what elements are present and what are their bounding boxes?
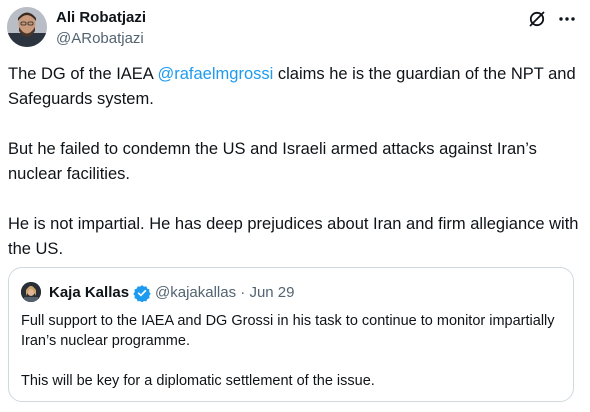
quoted-author-handle[interactable]: @kajakallas xyxy=(155,284,236,301)
quoted-author-name[interactable]: Kaja Kallas xyxy=(49,284,129,302)
quoted-date[interactable]: Jun 29 xyxy=(249,284,294,301)
slashed-circle-icon[interactable] xyxy=(526,8,548,30)
tweet-text: The DG of the IAEA @rafaelmgrossi claims… xyxy=(8,62,583,262)
mention-link[interactable]: @rafaelmgrossi xyxy=(158,65,274,83)
author-handle[interactable]: @ARobatjazi xyxy=(56,30,144,48)
verified-badge-icon xyxy=(133,284,151,303)
quoted-meta: @kajakallas · Jun 29 xyxy=(155,284,294,302)
author-name[interactable]: Ali Robatjazi xyxy=(56,9,146,27)
tweet: Ali Robatjazi @ARobatjazi The DG of the … xyxy=(0,0,590,412)
avatar-image xyxy=(7,7,47,47)
quoted-tweet[interactable]: Kaja Kallas @kajakallas · Jun 29 Full su… xyxy=(8,267,574,402)
quoted-paragraph-1: Full support to the IAEA and DG Grossi i… xyxy=(21,313,555,349)
more-options-icon[interactable] xyxy=(556,8,578,30)
tweet-paragraph-1: The DG of the IAEA @rafaelmgrossi claims… xyxy=(8,62,583,112)
author-avatar[interactable] xyxy=(7,7,47,47)
tweet-text-part: The DG of the IAEA xyxy=(8,65,158,83)
quoted-text: Full support to the IAEA and DG Grossi i… xyxy=(21,311,561,391)
meta-separator: · xyxy=(240,284,246,301)
tweet-paragraph-2: But he failed to condemn the US and Isra… xyxy=(8,140,537,183)
quoted-paragraph-2: This will be key for a diplomatic settle… xyxy=(21,373,375,389)
quoted-author-avatar[interactable] xyxy=(21,282,41,302)
tweet-paragraph-3: He is not impartial. He has deep prejudi… xyxy=(8,215,579,258)
